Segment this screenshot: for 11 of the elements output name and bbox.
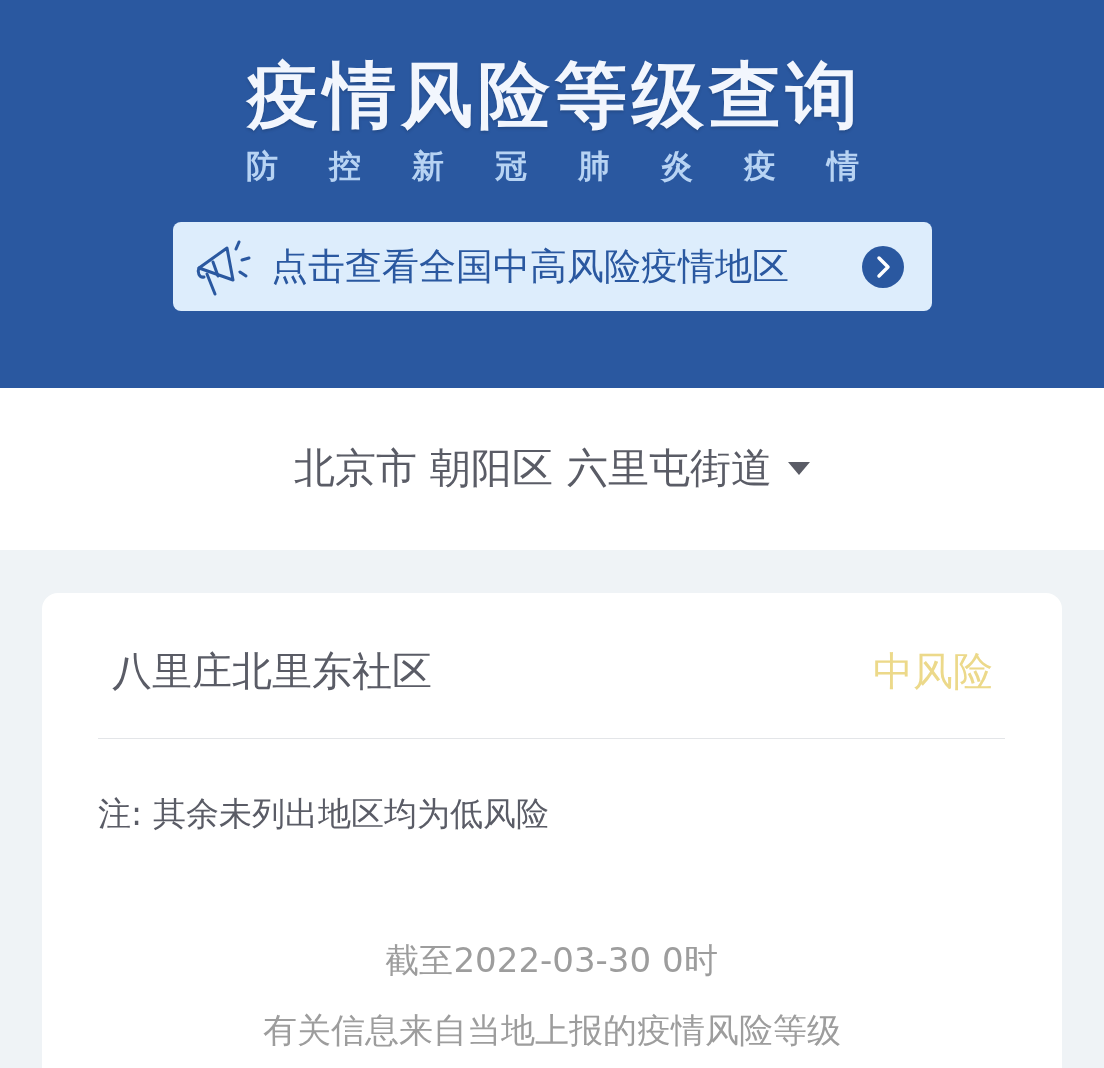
note-text: 注: 其余未列出地区均为低风险 (98, 793, 550, 835)
location-dropdown[interactable]: 北京市 朝阳区 六里屯街道 (294, 438, 810, 500)
footer-text: 截至2022-03-30 0时 (384, 938, 719, 982)
page-title: 疫情风险等级查询 (246, 52, 863, 138)
footer-text: 有关信息来自当地上报的疫情风险等级 (261, 1008, 842, 1052)
high-risk-areas-link[interactable]: 点击查看全国中高风险疫情地区 (172, 222, 932, 311)
chevron-right-icon (861, 245, 904, 288)
caret-down-icon (787, 462, 810, 476)
page-subtitle: 防控新冠肺炎疫情 (245, 146, 910, 186)
risk-level: 中风险 (873, 646, 993, 696)
area-name: 八里庄北里东社区 (112, 646, 432, 696)
